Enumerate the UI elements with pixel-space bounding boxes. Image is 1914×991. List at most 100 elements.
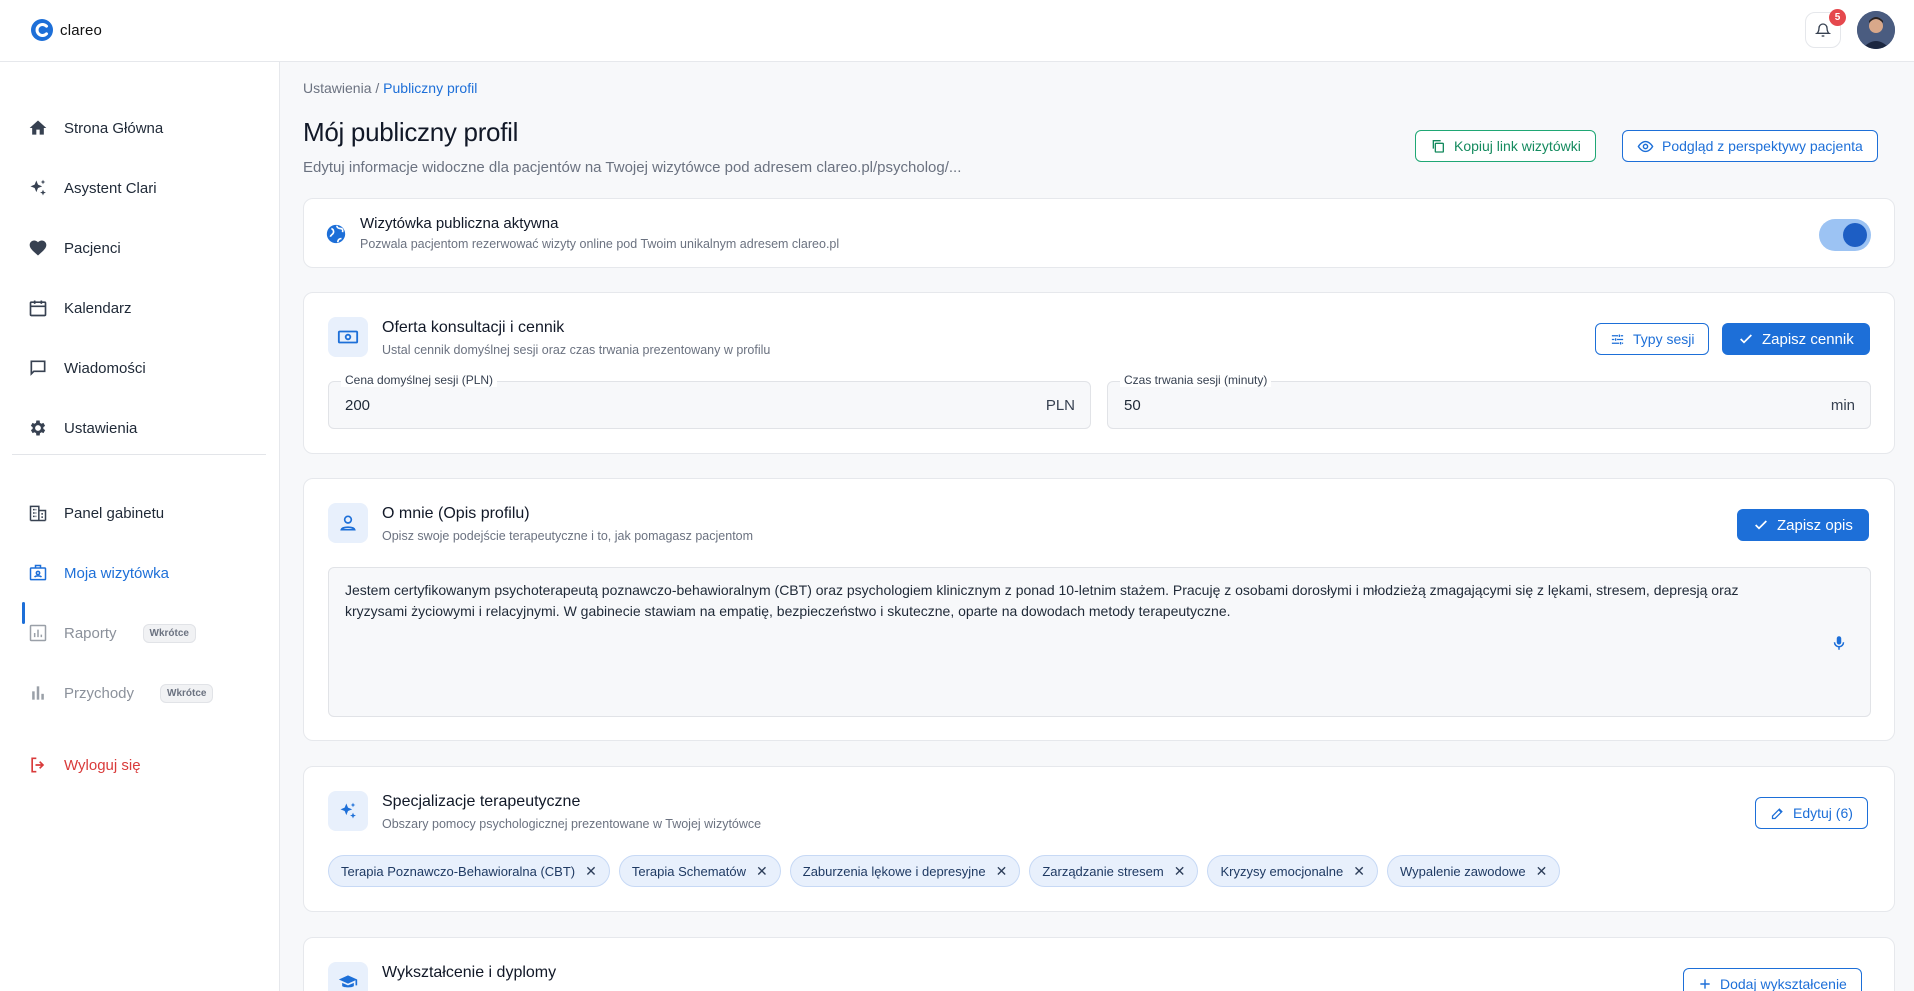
edit-specializations-label: Edytuj (6) (1793, 805, 1853, 821)
globe-icon (326, 224, 346, 244)
sidebar-item-label: Przychody (64, 684, 135, 702)
edit-specializations-button[interactable]: Edytuj (6) (1755, 797, 1868, 829)
user-avatar[interactable] (1857, 11, 1895, 49)
price-field[interactable]: Cena domyślnej sesji (PLN) 200 PLN (328, 373, 1091, 429)
tag-label: Wypalenie zawodowe (1400, 863, 1526, 879)
microphone-icon[interactable] (1830, 634, 1848, 652)
remove-tag-icon[interactable]: ✕ (1536, 863, 1548, 880)
education-title: Wykształcenie i dyplomy (382, 964, 557, 981)
sidebar-item-label: Asystent Clari (64, 179, 157, 197)
building-icon (29, 505, 47, 522)
sidebar-item-label: Panel gabinetu (64, 504, 165, 522)
patient-preview-button[interactable]: Podgląd z perspektywy pacjenta (1622, 130, 1878, 162)
sidebar-item-label: Strona Główna (64, 119, 164, 137)
about-icon-wrap (328, 503, 368, 543)
logout-label: Wyloguj się (64, 756, 141, 774)
sidebar-item-messages[interactable]: Wiadomości (28, 348, 268, 388)
specializations-icon-wrap (328, 791, 368, 831)
notifications-button[interactable]: 5 (1805, 9, 1846, 48)
eye-icon (1637, 140, 1654, 152)
add-education-button[interactable]: Dodaj wykształcenie (1683, 968, 1862, 991)
logout-button[interactable]: Wyloguj się (28, 745, 268, 785)
sidebar-item-assistant[interactable]: Asystent Clari (28, 168, 268, 208)
save-pricing-label: Zapisz cennik (1762, 330, 1854, 348)
chat-icon (30, 360, 46, 376)
pricing-title: Oferta konsultacji i cennik (382, 319, 565, 336)
logo[interactable]: clareo (30, 18, 102, 42)
specialization-tag[interactable]: Zaburzenia lękowe i depresyjne ✕ (789, 855, 1021, 887)
save-description-button[interactable]: Zapisz opis (1737, 509, 1869, 541)
save-pricing-button[interactable]: Zapisz cennik (1722, 323, 1870, 355)
heart-icon (29, 240, 47, 256)
duration-field-label: Czas trwania sesji (minuty) (1120, 373, 1272, 387)
remove-tag-icon[interactable]: ✕ (756, 863, 768, 880)
sidebar-item-my-card[interactable]: Moja wizytówka (28, 553, 268, 593)
coming-soon-badge: Wkrótce (142, 623, 196, 643)
specialization-tag[interactable]: Terapia Poznawczo-Behawioralna (CBT) ✕ (328, 855, 610, 887)
edit-icon (1771, 807, 1783, 819)
public-card-toggle[interactable] (1819, 219, 1871, 251)
sliders-icon (1611, 334, 1624, 344)
copy-icon (1432, 140, 1444, 153)
tag-label: Kryzysy emocjonalne (1220, 863, 1344, 879)
coming-soon-badge: Wkrótce (160, 683, 214, 703)
specialization-tags: Terapia Poznawczo-Behawioralna (CBT) ✕ Te… (328, 855, 1561, 887)
public-card-status: Wizytówka publiczna aktywna Pozwala pacj… (303, 198, 1895, 268)
sidebar-item-label: Moja wizytówka (64, 564, 170, 582)
remove-tag-icon[interactable]: ✕ (996, 863, 1008, 880)
active-indicator (22, 602, 25, 624)
copy-link-button[interactable]: Kopiuj link wizytówki (1415, 130, 1596, 162)
about-textarea[interactable]: Jestem certyfikowanym psychoterapeutą po… (328, 567, 1871, 717)
education-icon-wrap (328, 962, 368, 991)
duration-field[interactable]: Czas trwania sesji (minuty) 50 min (1107, 373, 1871, 429)
breadcrumb-parent[interactable]: Ustawienia (303, 80, 371, 96)
app-name: clareo (60, 21, 103, 39)
sidebar-item-patients[interactable]: Pacjenci (28, 228, 268, 268)
save-description-label: Zapisz opis (1777, 516, 1853, 534)
page-title: Mój publiczny profil (303, 117, 519, 147)
session-types-button[interactable]: Typy sesji (1595, 323, 1710, 355)
about-subtitle: Opisz swoje podejście terapeutyczne i to… (382, 529, 754, 543)
specialization-tag[interactable]: Terapia Schematów ✕ (618, 855, 781, 887)
copy-link-label: Kopiuj link wizytówki (1454, 138, 1581, 154)
top-bar: clareo 5 (0, 0, 1914, 62)
duration-value: 50 (1124, 397, 1141, 414)
specializations-subtitle: Obszary pomocy psychologicznej prezentow… (382, 817, 762, 831)
check-icon (1755, 520, 1767, 530)
remove-tag-icon[interactable]: ✕ (1174, 863, 1186, 880)
specializations-card: Specjalizacje terapeutyczne Obszary pomo… (303, 766, 1895, 912)
tag-label: Terapia Schematów (631, 863, 747, 879)
tag-label: Terapia Poznawczo-Behawioralna (CBT) (341, 863, 576, 879)
about-text: Jestem certyfikowanym psychoterapeutą po… (345, 582, 1739, 619)
specialization-tag[interactable]: Zarządzanie stresem ✕ (1029, 855, 1199, 887)
sidebar-item-clinic-panel[interactable]: Panel gabinetu (28, 493, 268, 533)
sidebar-item-reports[interactable]: Raporty Wkrótce (28, 613, 268, 653)
gear-icon (30, 420, 46, 436)
clareo-logo-icon (31, 19, 53, 41)
price-value: 200 (345, 397, 371, 414)
sidebar: Strona Główna Asystent Clari Pacjenci Ka… (0, 62, 280, 991)
specialization-tag[interactable]: Wypalenie zawodowe ✕ (1387, 855, 1561, 887)
sparkles-icon (30, 179, 46, 196)
banknote-icon (337, 330, 359, 344)
breadcrumb: Ustawienia / Publiczny profil (303, 80, 477, 96)
remove-tag-icon[interactable]: ✕ (585, 863, 597, 880)
sidebar-divider (12, 454, 266, 455)
public-card-subtitle: Pozwala pacjentom rezerwować wizyty onli… (360, 237, 840, 251)
sidebar-item-label: Ustawienia (64, 419, 138, 437)
sidebar-item-home[interactable]: Strona Główna (28, 108, 268, 148)
sparkles-icon (340, 802, 356, 819)
price-field-label: Cena domyślnej sesji (PLN) (341, 373, 498, 387)
pricing-icon-wrap (328, 317, 368, 357)
logout-icon (31, 757, 45, 773)
sidebar-item-revenue[interactable]: Przychody Wkrótce (28, 673, 268, 713)
toggle-knob (1843, 223, 1867, 247)
session-types-label: Typy sesji (1633, 331, 1695, 347)
sidebar-item-calendar[interactable]: Kalendarz (28, 288, 268, 328)
specializations-title: Specjalizacje terapeutyczne (382, 793, 581, 810)
about-card: O mnie (Opis profilu) Opisz swoje podejś… (303, 478, 1895, 741)
specialization-tag[interactable]: Kryzysy emocjonalne ✕ (1207, 855, 1378, 887)
page-subtitle: Edytuj informacje widoczne dla pacjentów… (303, 159, 962, 176)
sidebar-item-settings[interactable]: Ustawienia (28, 408, 268, 448)
remove-tag-icon[interactable]: ✕ (1353, 863, 1365, 880)
